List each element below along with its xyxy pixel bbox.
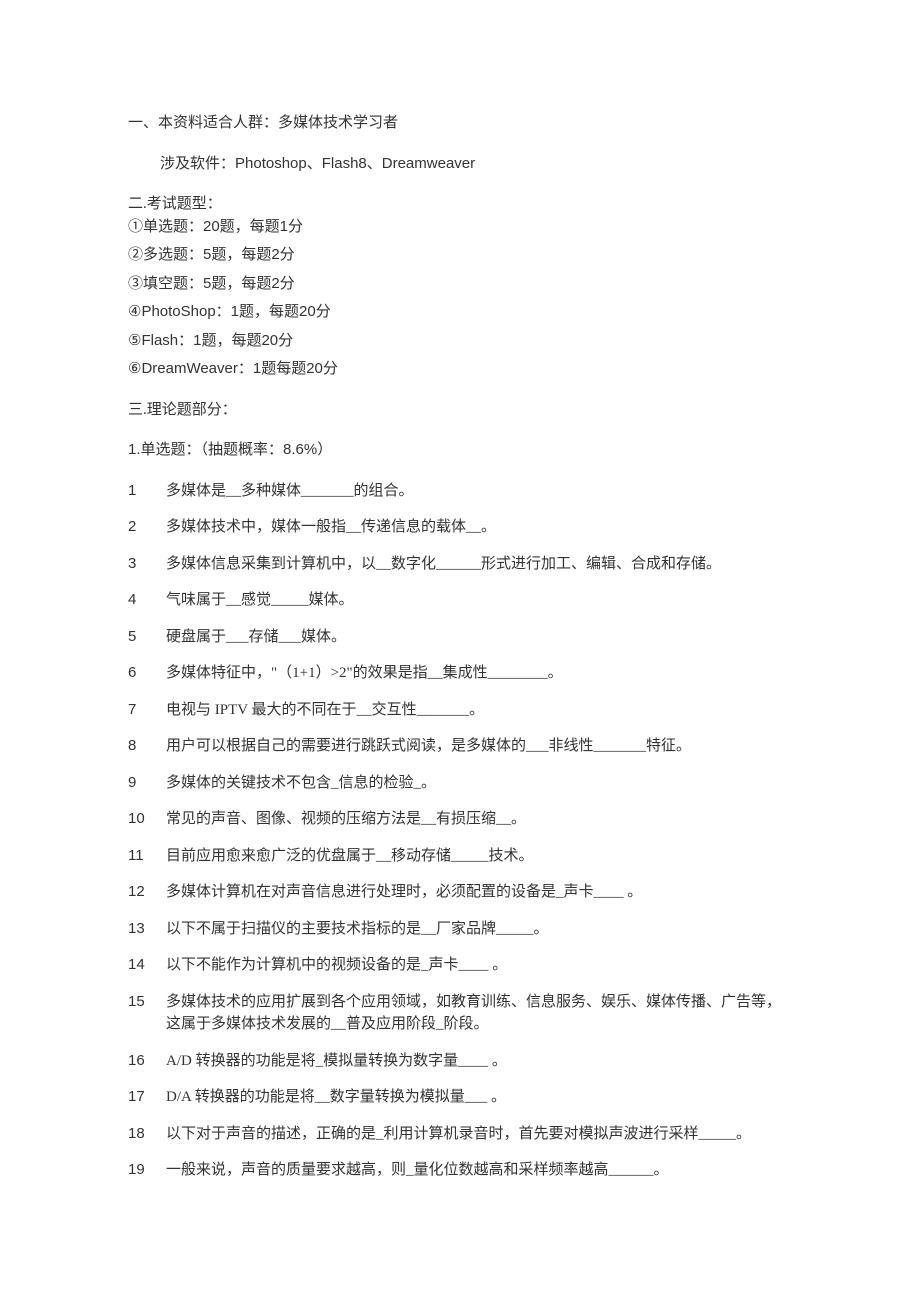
question-number: 12 (128, 881, 166, 904)
question-text: 电视与 IPTV 最大的不同在于__交互性_______。 (166, 699, 792, 722)
question-row: 11目前应用愈来愈广泛的优盘属于__移动存储_____技术。 (128, 845, 792, 868)
exam-item: ②多选题：5题，每题2分 (128, 244, 792, 267)
question-number: 6 (128, 662, 166, 685)
question-text: 用户可以根据自己的需要进行跳跃式阅读，是多媒体的___非线性_______特征。 (166, 735, 792, 758)
question-text: 多媒体的关键技术不包含_信息的检验_。 (166, 772, 792, 795)
exam-item: ①单选题：20题，每题1分 (128, 216, 792, 239)
question-number: 5 (128, 626, 166, 649)
question-number: 7 (128, 699, 166, 722)
question-text: 多媒体信息采集到计算机中，以__数字化______形式进行加工、编辑、合成和存储… (166, 553, 792, 576)
question-row: 4气味属于__感觉_____媒体。 (128, 589, 792, 612)
document-page: 一、本资料适合人群：多媒体技术学习者 涉及软件：Photoshop、Flash8… (0, 0, 920, 1256)
theory-subheading-section: 1.单选题：（抽题概率：8.6%） (128, 439, 792, 462)
question-row: 12多媒体计算机在对声音信息进行处理时，必须配置的设备是_声卡____ 。 (128, 881, 792, 904)
question-text: 以下不能作为计算机中的视频设备的是_声卡____ 。 (166, 954, 792, 977)
intro-line-1: 一、本资料适合人群：多媒体技术学习者 (128, 112, 792, 135)
question-row: 18以下对于声音的描述，正确的是_利用计算机录音时，首先要对模拟声波进行采样__… (128, 1123, 792, 1146)
question-row: 7电视与 IPTV 最大的不同在于__交互性_______。 (128, 699, 792, 722)
question-number: 17 (128, 1086, 166, 1109)
question-row: 14以下不能作为计算机中的视频设备的是_声卡____ 。 (128, 954, 792, 977)
question-text: 多媒体计算机在对声音信息进行处理时，必须配置的设备是_声卡____ 。 (166, 881, 792, 904)
question-number: 4 (128, 589, 166, 612)
question-list: 1多媒体是__多种媒体_______的组合。 2多媒体技术中，媒体一般指__传递… (128, 480, 792, 1182)
question-text: 硬盘属于___存储___媒体。 (166, 626, 792, 649)
intro-section: 一、本资料适合人群：多媒体技术学习者 涉及软件：Photoshop、Flash8… (128, 112, 792, 175)
intro-line-2: 涉及软件：Photoshop、Flash8、Dreamweaver (128, 153, 792, 176)
theory-heading-section: 三.理论题部分： (128, 399, 792, 422)
question-row: 10常见的声音、图像、视频的压缩方法是__有损压缩__。 (128, 808, 792, 831)
question-row: 2多媒体技术中，媒体一般指__传递信息的载体__。 (128, 516, 792, 539)
question-number: 13 (128, 918, 166, 941)
intro-prefix: 一、本资料适合人群： (128, 115, 278, 131)
question-text: 以下不属于扫描仪的主要技术指标的是__厂家品牌_____。 (166, 918, 792, 941)
question-text: 多媒体技术中，媒体一般指__传递信息的载体__。 (166, 516, 792, 539)
theory-heading: 三.理论题部分： (128, 399, 792, 422)
question-row: 1多媒体是__多种媒体_______的组合。 (128, 480, 792, 503)
exam-heading: 二.考试题型： (128, 193, 792, 216)
question-number: 3 (128, 553, 166, 576)
question-number: 16 (128, 1050, 166, 1073)
exam-item: ④PhotoShop：1题，每题20分 (128, 301, 792, 324)
question-text: D/A 转换器的功能是将__数字量转换为模拟量___ 。 (166, 1086, 792, 1109)
question-text: 多媒体技术的应用扩展到各个应用领域，如教育训练、信息服务、娱乐、媒体传播、广告等… (166, 991, 792, 1036)
question-number: 18 (128, 1123, 166, 1146)
question-row: 13以下不属于扫描仪的主要技术指标的是__厂家品牌_____。 (128, 918, 792, 941)
question-text: 多媒体特征中，"（1+1）>2"的效果是指__集成性________。 (166, 662, 792, 685)
question-text: 常见的声音、图像、视频的压缩方法是__有损压缩__。 (166, 808, 792, 831)
exam-item: ③填空题：5题，每题2分 (128, 273, 792, 296)
question-number: 15 (128, 991, 166, 1014)
intro-software-list: Photoshop、Flash8、Dreamweaver (235, 155, 475, 172)
exam-item: ⑥DreamWeaver：1题每题20分 (128, 358, 792, 381)
question-text: 以下对于声音的描述，正确的是_利用计算机录音时，首先要对模拟声波进行采样____… (166, 1123, 792, 1146)
question-number: 2 (128, 516, 166, 539)
question-text: 气味属于__感觉_____媒体。 (166, 589, 792, 612)
question-text: 一般来说，声音的质量要求越高，则_量化位数越高和采样频率越高______。 (166, 1159, 792, 1182)
question-row: 16A/D 转换器的功能是将_模拟量转换为数字量____ 。 (128, 1050, 792, 1073)
question-text: A/D 转换器的功能是将_模拟量转换为数字量____ 。 (166, 1050, 792, 1073)
question-number: 8 (128, 735, 166, 758)
question-row: 15多媒体技术的应用扩展到各个应用领域，如教育训练、信息服务、娱乐、媒体传播、广… (128, 991, 792, 1036)
question-row: 17D/A 转换器的功能是将__数字量转换为模拟量___ 。 (128, 1086, 792, 1109)
question-number: 19 (128, 1159, 166, 1182)
exam-type-section: 二.考试题型： ①单选题：20题，每题1分 ②多选题：5题，每题2分 ③填空题：… (128, 193, 792, 381)
intro-rest: 多媒体技术学习者 (278, 115, 398, 131)
question-row: 8用户可以根据自己的需要进行跳跃式阅读，是多媒体的___非线性_______特征… (128, 735, 792, 758)
question-row: 5硬盘属于___存储___媒体。 (128, 626, 792, 649)
exam-item: ⑤Flash：1题，每题20分 (128, 330, 792, 353)
question-row: 3多媒体信息采集到计算机中，以__数字化______形式进行加工、编辑、合成和存… (128, 553, 792, 576)
question-text: 多媒体是__多种媒体_______的组合。 (166, 480, 792, 503)
theory-subheading: 1.单选题：（抽题概率：8.6%） (128, 439, 792, 462)
question-row: 19一般来说，声音的质量要求越高，则_量化位数越高和采样频率越高______。 (128, 1159, 792, 1182)
question-number: 10 (128, 808, 166, 831)
question-number: 14 (128, 954, 166, 977)
question-number: 9 (128, 772, 166, 795)
question-row: 6多媒体特征中，"（1+1）>2"的效果是指__集成性________。 (128, 662, 792, 685)
question-number: 11 (128, 845, 166, 868)
question-number: 1 (128, 480, 166, 503)
intro-software-prefix: 涉及软件： (160, 156, 235, 172)
question-row: 9多媒体的关键技术不包含_信息的检验_。 (128, 772, 792, 795)
question-text: 目前应用愈来愈广泛的优盘属于__移动存储_____技术。 (166, 845, 792, 868)
